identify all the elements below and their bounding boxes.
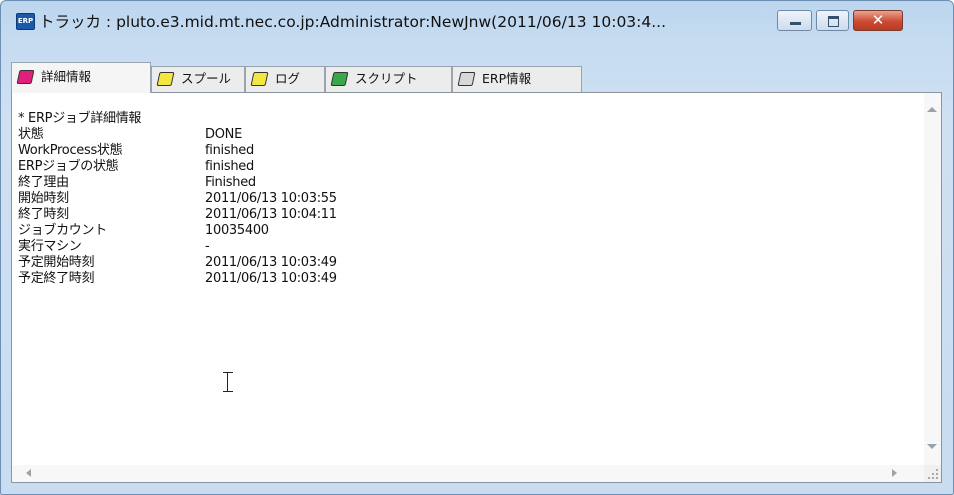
tab-label: ERP情報 [482,71,532,86]
detail-row: 予定開始時刻 2011/06/13 10:03:49 [18,255,918,271]
tab-label: ログ [275,71,301,86]
close-button[interactable]: ✕ [853,10,903,31]
detail-value: - [205,239,210,254]
detail-value: 2011/06/13 10:03:49 [205,271,337,286]
vertical-scrollbar[interactable] [924,93,941,465]
scroll-up-icon[interactable] [927,107,937,112]
detail-value: Finished [205,175,256,190]
scroll-right-icon[interactable] [892,469,902,477]
maximize-icon [828,16,839,27]
detail-value: 2011/06/13 10:03:49 [205,255,337,270]
detail-row: 開始時刻 2011/06/13 10:03:55 [18,191,918,207]
detail-key: WorkProcess状態 [18,143,123,158]
detail-row: 実行マシン - [18,239,918,255]
title-bar[interactable]: ERP トラッカ : pluto.e3.mid.mt.nec.co.jp:Adm… [1,1,953,41]
detail-key: 実行マシン [18,239,82,254]
detail-value: finished [205,159,254,174]
horizontal-scrollbar[interactable] [12,465,924,482]
detail-key: 予定開始時刻 [18,255,95,270]
window-title: トラッカ : pluto.e3.mid.mt.nec.co.jp:Adminis… [39,13,667,31]
detail-value: 2011/06/13 10:03:55 [205,191,337,206]
maximize-button[interactable] [816,10,849,31]
details-panel[interactable]: * ERPジョブ詳細情報 状態 DONE WorkProcess状態 finishe… [11,92,942,483]
detail-row: 終了時刻 2011/06/13 10:04:11 [18,207,918,223]
details-text[interactable]: * ERPジョブ詳細情報 状態 DONE WorkProcess状態 finishe… [18,111,918,287]
detail-key: 終了理由 [18,175,69,190]
tracker-window: ERP トラッカ : pluto.e3.mid.mt.nec.co.jp:Adm… [0,0,954,495]
detail-row: 状態 DONE [18,127,918,143]
scroll-left-icon[interactable] [21,469,31,477]
scroll-down-icon[interactable] [927,444,937,449]
detail-key: 状態 [18,127,44,142]
tab-erp-info[interactable]: ERP情報 [452,66,582,92]
details-header: * ERPジョブ詳細情報 [18,111,142,126]
notebook-green-icon [330,72,349,86]
detail-row: 終了理由 Finished [18,175,918,191]
minimize-button[interactable] [777,10,812,31]
detail-value: 2011/06/13 10:04:11 [205,207,337,222]
detail-key: 終了時刻 [18,207,69,222]
detail-value: DONE [205,127,242,142]
notebook-yellow-icon [250,72,269,86]
detail-key: 開始時刻 [18,191,69,206]
text-cursor-icon [223,371,233,393]
close-icon: ✕ [871,11,885,29]
notebook-gray-icon [457,72,476,86]
detail-row: 予定終了時刻 2011/06/13 10:03:49 [18,271,918,287]
detail-row: ERPジョブの状態 finished [18,159,918,175]
tab-strip: 詳細情報 スプール ログ スクリプト ERP情報 [11,62,941,93]
tab-label: スクリプト [355,71,418,86]
resize-grip-icon[interactable] [924,465,941,482]
tab-label: スプール [181,71,232,86]
tab-log[interactable]: ログ [245,66,325,92]
detail-row: ジョブカウント 10035400 [18,223,918,239]
minimize-icon [790,22,801,25]
detail-value: finished [205,143,254,158]
tab-details[interactable]: 詳細情報 [11,62,151,93]
detail-row: WorkProcess状態 finished [18,143,918,159]
notebook-pink-icon [16,70,35,84]
detail-key: ジョブカウント [18,223,107,238]
tab-label: 詳細情報 [41,69,92,84]
tab-spool[interactable]: スプール [151,66,245,92]
detail-value: 10035400 [205,223,269,238]
detail-key: ERPジョブの状態 [18,159,119,174]
tab-script[interactable]: スクリプト [325,66,452,92]
notebook-yellow-icon [156,72,175,86]
erp-app-icon[interactable]: ERP [16,13,35,30]
detail-key: 予定終了時刻 [18,271,95,286]
